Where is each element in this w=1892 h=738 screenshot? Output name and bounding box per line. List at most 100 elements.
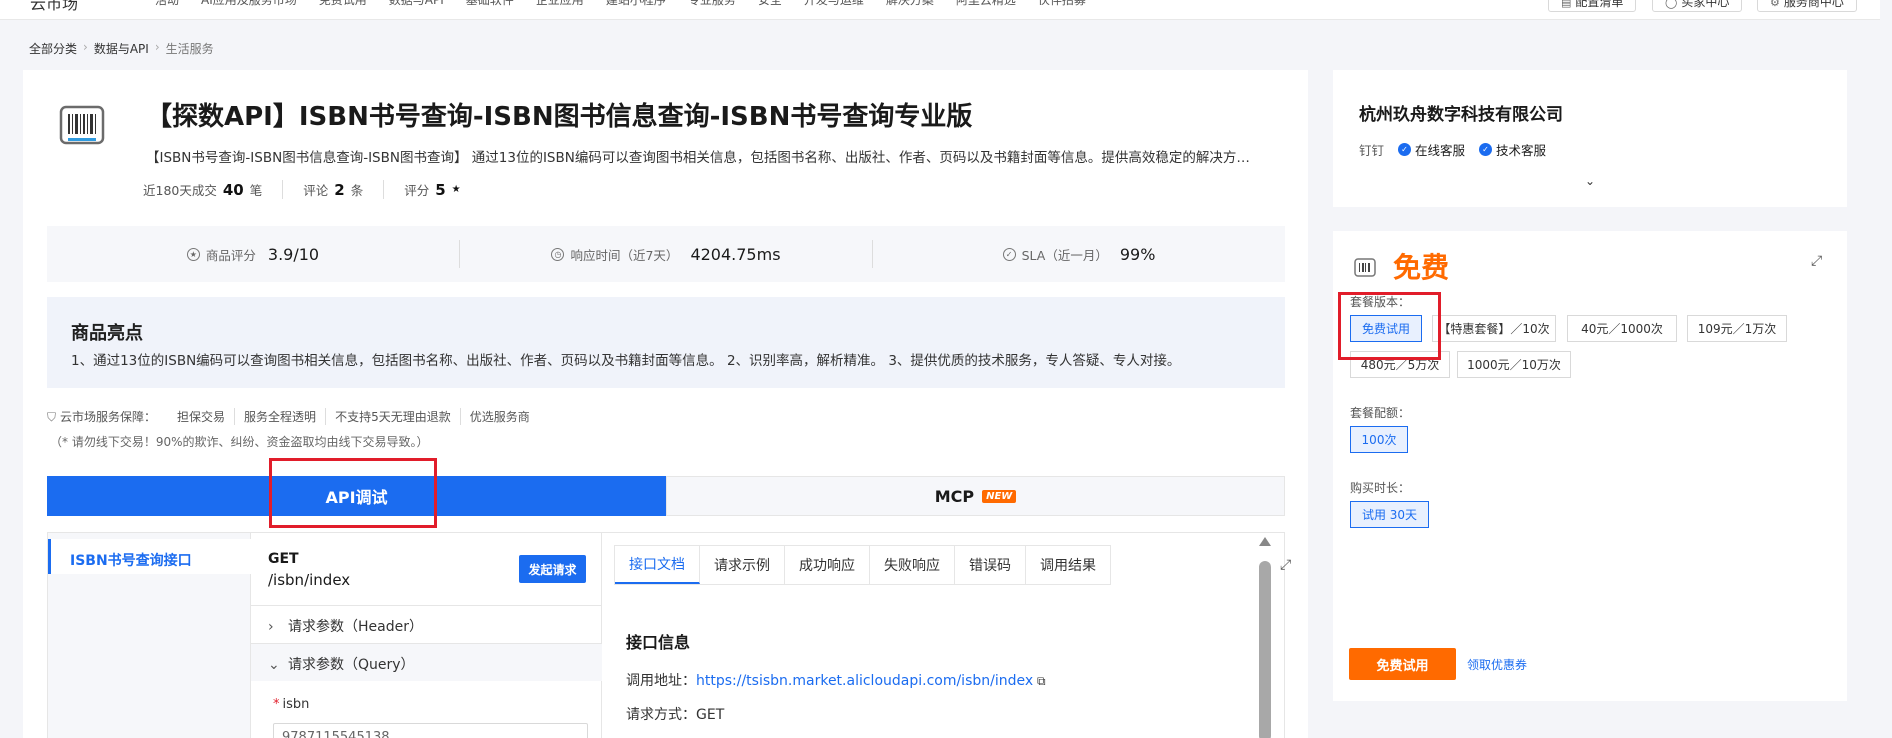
doc-method-line: 请求方式：GET — [626, 704, 724, 724]
shield-icon: ⛉ — [47, 410, 57, 424]
config-list-button[interactable]: ▤ 配置清单 — [1548, 0, 1637, 12]
nav-item[interactable]: 免费试用 — [319, 0, 367, 8]
config-list-label: 配置清单 — [1575, 0, 1624, 9]
header-params-section[interactable]: › 请求参数（Header） — [251, 605, 602, 643]
new-badge: NEW — [982, 489, 1017, 503]
chevron-down-icon[interactable]: ⌄ — [1585, 174, 1595, 188]
breadcrumb-data-api[interactable]: 数据与API — [94, 40, 149, 57]
free-trial-button[interactable]: 免费试用 — [1349, 648, 1456, 680]
api-endpoint-list: ISBN书号查询接口 — [48, 533, 251, 738]
price-free: 免费 — [1393, 251, 1450, 284]
dingtalk-icon: ✓ — [1479, 143, 1493, 156]
reviews-unit: 条 — [350, 183, 364, 198]
nav-item[interactable]: 安全 — [758, 0, 782, 8]
barcode-book-icon — [59, 105, 105, 145]
barcode-book-icon — [1354, 258, 1376, 277]
page-scrollbar[interactable] — [1880, 0, 1892, 738]
rating-icon: ★ — [186, 247, 200, 261]
product-description: 【ISBN书号查询-ISBN图书信息查询-ISBN图书查询】 通过13位的ISB… — [146, 150, 1250, 166]
highlights-text: 1、通过13位的ISBN编码可以查询图书相关信息，包括图书名称、出版社、作者、页… — [71, 353, 1181, 369]
online-service-link[interactable]: ✓ 在线客服 — [1398, 140, 1465, 159]
list-icon: ▤ — [1561, 0, 1572, 9]
chevron-down-icon: ⌄ — [268, 657, 280, 673]
nav-item[interactable]: 伙伴招募 — [1038, 0, 1086, 8]
nav-item[interactable]: 活动 — [155, 0, 179, 8]
nav-item[interactable]: 开发与运维 — [804, 0, 864, 8]
nav-item[interactable]: 数据与API — [389, 0, 444, 8]
nav-item[interactable]: 基础软件 — [466, 0, 514, 8]
online-service-label: 在线客服 — [1415, 143, 1466, 158]
endpoint-item-isbn[interactable]: ISBN书号查询接口 — [48, 539, 251, 574]
sales-stat: 近180天成交 40 笔 — [143, 180, 282, 199]
vendor-name[interactable]: 杭州玖舟数字科技有限公司 — [1359, 100, 1563, 125]
tab-success-response[interactable]: 成功响应 — [785, 546, 870, 584]
guarantee-item: 服务全程透明 — [234, 408, 325, 425]
response-time-value: 4204.75ms — [690, 244, 781, 264]
nav-item[interactable]: 专业服务 — [688, 0, 736, 8]
nav-item[interactable]: 解决方案 — [886, 0, 934, 8]
guarantee-item: 担保交易 — [177, 410, 226, 424]
isbn-param-label: * isbn — [273, 697, 309, 712]
breadcrumb-current: 生活服务 — [165, 42, 214, 56]
tab-mcp-label: MCP — [934, 486, 975, 506]
tech-service-label: 技术客服 — [1496, 143, 1547, 158]
nav-item[interactable]: AI应用及服务市场 — [201, 0, 297, 8]
rating-label: 商品评分 — [205, 247, 256, 263]
site-logo[interactable]: 云市场 — [30, 0, 78, 14]
guarantee-item: 优选服务商 — [459, 408, 539, 425]
doc-scrollbar[interactable] — [1258, 537, 1272, 738]
required-asterisk: * — [273, 697, 280, 712]
nav-item[interactable]: 企业应用 — [536, 0, 584, 8]
tab-call-result[interactable]: 调用结果 — [1026, 546, 1110, 584]
nav-item[interactable]: 建站小程序 — [606, 0, 666, 8]
scroll-up-arrow-icon[interactable] — [1259, 537, 1271, 546]
send-request-button[interactable]: 发起请求 — [519, 555, 586, 583]
copy-icon[interactable]: ⧉ — [1033, 674, 1046, 688]
duration-option[interactable]: 试用 30天 — [1350, 501, 1429, 528]
expand-icon[interactable]: ⤢ — [1280, 557, 1291, 573]
tab-failure-response[interactable]: 失败响应 — [870, 546, 955, 584]
tab-api-doc[interactable]: 接口文档 — [615, 546, 700, 584]
product-stats: 近180天成交 40 笔 评论 2 条 评分 5 ★ — [143, 180, 481, 199]
score-label: 评分 — [404, 183, 430, 198]
guarantee-item: 不支持5天无理由退款 — [325, 408, 460, 425]
get-coupon-link[interactable]: 领取优惠券 — [1467, 656, 1527, 673]
sales-label: 近180天成交 — [143, 183, 217, 198]
api-mcp-tabs: API调试 MCP NEW — [47, 476, 1285, 516]
doc-heading: 接口信息 — [626, 633, 691, 652]
chevron-right-icon: › — [268, 619, 274, 635]
top-nav-bar: 云市场 活动 AI应用及服务市场 免费试用 数据与API 基础软件 企业应用 建… — [0, 0, 1892, 20]
api-url-link[interactable]: https://tsisbn.market.alicloudapi.com/is… — [696, 673, 1033, 689]
query-params-section[interactable]: ⌄ 请求参数（Query） — [251, 643, 602, 681]
chevron-right-icon: › — [154, 40, 160, 54]
package-option[interactable]: 109元／1万次 — [1687, 315, 1787, 342]
isbn-input[interactable]: 9787115545138 — [273, 723, 588, 738]
doc-url-line: 调用地址：https://tsisbn.market.alicloudapi.c… — [626, 670, 1046, 690]
scrollbar-thumb[interactable] — [1259, 561, 1271, 738]
user-icon: ◯ — [1665, 0, 1678, 9]
rating-metric: ★ 商品评分 3.9/10 — [47, 226, 459, 282]
quota-option[interactable]: 100次 — [1350, 426, 1408, 453]
buyer-center-button[interactable]: ◯ 买家中心 — [1652, 0, 1743, 12]
method-label: 请求方式： — [626, 707, 696, 723]
package-option[interactable]: 40元／1000次 — [1567, 315, 1677, 342]
score-value: 5 — [435, 180, 446, 199]
product-highlights: 商品亮点 1、通过13位的ISBN编码可以查询图书相关信息，包括图书名称、出版社… — [47, 297, 1285, 388]
tab-mcp[interactable]: MCP NEW — [666, 476, 1285, 516]
tech-service-link[interactable]: ✓ 技术客服 — [1479, 140, 1546, 159]
breadcrumb-all[interactable]: 全部分类 — [29, 40, 77, 57]
reviews-stat[interactable]: 评论 2 条 — [282, 180, 383, 199]
highlight-box-api-tab — [269, 458, 437, 528]
package-option[interactable]: 【特惠套餐】／10次 — [1432, 315, 1556, 342]
sales-value: 40 — [222, 180, 244, 199]
response-time-label: 响应时间（近7天） — [570, 247, 679, 263]
package-option[interactable]: 1000元／10万次 — [1457, 351, 1571, 378]
tab-error-codes[interactable]: 错误码 — [955, 546, 1026, 584]
product-metrics: ★ 商品评分 3.9/10 ◷ 响应时间（近7天） 4204.75ms ✓ SL… — [47, 226, 1285, 282]
expand-icon[interactable]: ⤢ — [1811, 253, 1822, 269]
guarantee-label: ⛉ 云市场服务保障： — [47, 408, 168, 425]
score-stat: 评分 5 ★ — [383, 180, 480, 199]
seller-center-button[interactable]: ⚙ 服务商中心 — [1757, 0, 1857, 12]
nav-item[interactable]: 阿里云精选 — [956, 0, 1016, 8]
tab-request-example[interactable]: 请求示例 — [700, 546, 785, 584]
